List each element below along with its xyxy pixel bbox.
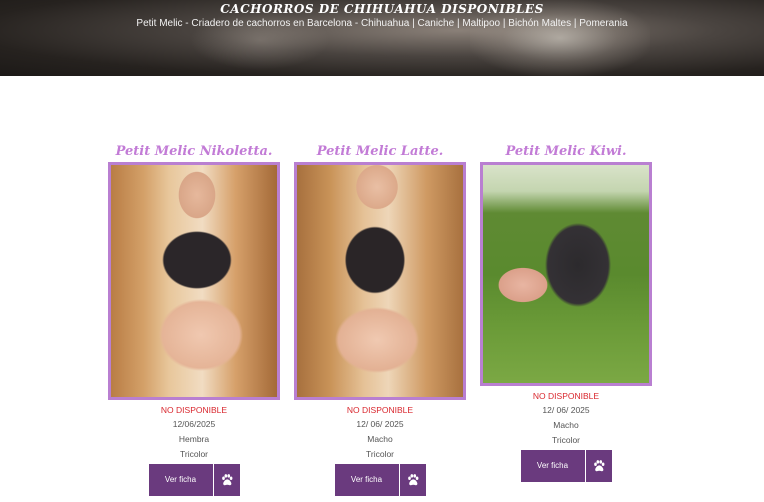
paw-button[interactable] [212, 464, 240, 496]
puppy-sex: Macho [553, 420, 579, 430]
puppy-sex: Macho [367, 434, 393, 444]
puppy-photo[interactable] [108, 162, 280, 400]
puppy-name[interactable]: Petit Melic Nikoletta. [108, 142, 280, 162]
page-subtitle: Petit Melic - Criadero de cachorros en B… [136, 18, 628, 29]
paw-icon [593, 460, 604, 472]
puppy-card-latte: Petit Melic Latte. NO DISPONIBLE 12/ 06/… [294, 142, 466, 496]
puppy-name[interactable]: Petit Melic Kiwi. [480, 142, 652, 162]
birth-date: 12/ 06/ 2025 [542, 405, 590, 415]
card-actions: Ver ficha [108, 464, 280, 496]
view-details-button[interactable]: Ver ficha [334, 464, 399, 496]
puppy-sex: Hembra [178, 434, 210, 444]
puppy-photo[interactable] [294, 162, 466, 400]
availability-status: NO DISPONIBLE [346, 405, 414, 415]
birth-date: 12/06/2025 [172, 419, 216, 429]
view-details-button[interactable]: Ver ficha [520, 450, 585, 482]
paw-icon [221, 474, 232, 486]
paw-icon [407, 474, 418, 486]
card-actions: Ver ficha [480, 450, 652, 482]
page-title: CACHORROS DE CHIHUAHUA DISPONIBLES [220, 2, 544, 16]
view-details-button[interactable]: Ver ficha [148, 464, 213, 496]
puppy-name[interactable]: Petit Melic Latte. [294, 142, 466, 162]
puppy-card-nikoletta: Petit Melic Nikoletta. NO DISPONIBLE 12/… [108, 142, 280, 496]
puppy-color: Tricolor [551, 435, 581, 445]
card-actions: Ver ficha [294, 464, 466, 496]
puppy-color: Tricolor [179, 449, 209, 459]
paw-button[interactable] [398, 464, 426, 496]
puppy-card-kiwi: Petit Melic Kiwi. NO DISPONIBLE 12/ 06/ … [480, 142, 652, 482]
availability-status: NO DISPONIBLE [160, 405, 228, 415]
puppy-photo[interactable] [480, 162, 652, 386]
puppy-color: Tricolor [365, 449, 395, 459]
paw-button[interactable] [584, 450, 612, 482]
birth-date: 12/ 06/ 2025 [356, 419, 404, 429]
hero-banner: CACHORROS DE CHIHUAHUA DISPONIBLES Petit… [0, 0, 764, 76]
availability-status: NO DISPONIBLE [532, 391, 600, 401]
